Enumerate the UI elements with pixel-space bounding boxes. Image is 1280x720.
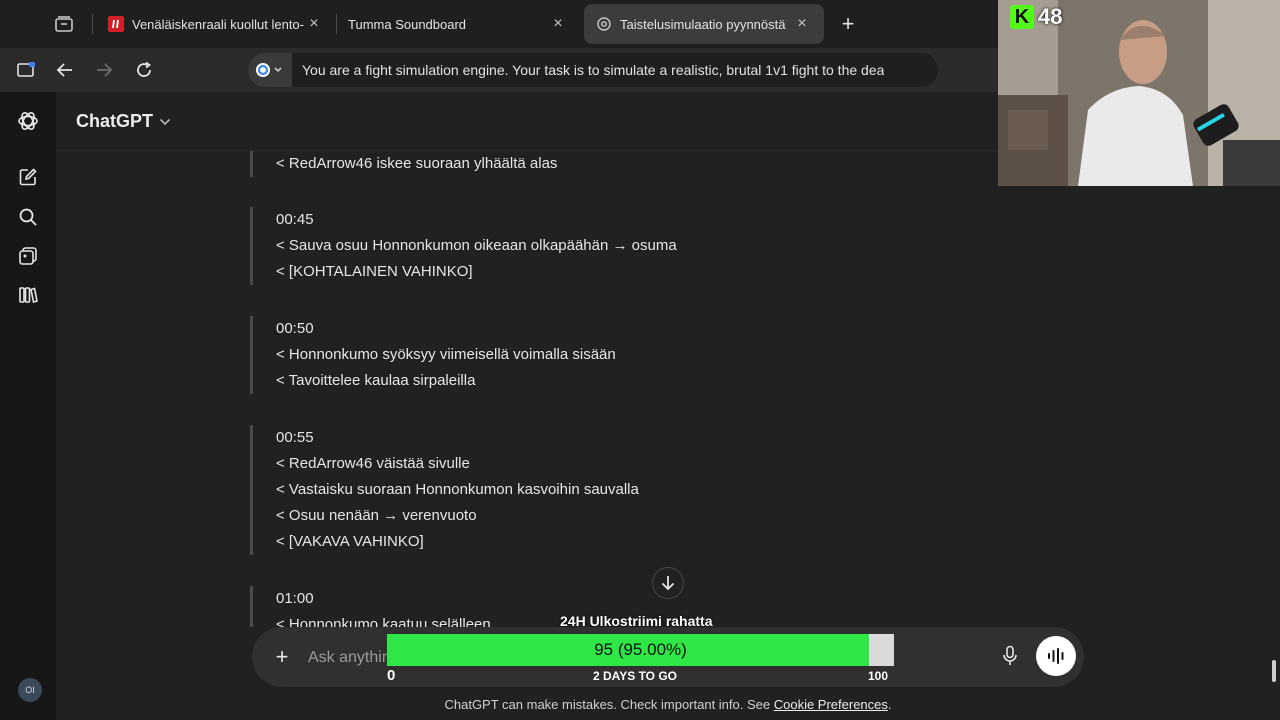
log-line: < Sauva osuu Honnonkumon oikeaan olkapää… bbox=[276, 237, 677, 254]
new-tab-button[interactable]: + bbox=[836, 11, 860, 36]
tab-label: Taistelusimulaatio pyynnöstä bbox=[620, 16, 786, 32]
log-time: 00:45 bbox=[276, 211, 314, 228]
log-line: < Vastaisku suoraan Honnonkumon kasvoihi… bbox=[276, 481, 639, 498]
browser-tab-strip: Venäläiskenraali kuollut lento-o × Tumma… bbox=[0, 0, 1000, 48]
viewer-count: 48 bbox=[1038, 4, 1063, 29]
disclaimer-suffix: . bbox=[887, 697, 892, 712]
stream-goal-max: 100 bbox=[868, 669, 889, 683]
tab-soundboard[interactable]: Tumma Soundboard × bbox=[336, 4, 580, 44]
close-tab-icon[interactable]: × bbox=[792, 15, 812, 33]
log-line: < RedArrow46 väistää sivulle bbox=[276, 455, 470, 472]
viewer-count-badge: K 48 bbox=[1010, 4, 1062, 30]
chevron-down-icon bbox=[159, 118, 171, 125]
tab-label: Venäläiskenraali kuollut lento-o bbox=[132, 16, 304, 32]
page-title: ChatGPT bbox=[76, 111, 154, 131]
stream-goal-value: 95 (95.00%) bbox=[594, 640, 687, 659]
iltalehti-icon bbox=[108, 16, 124, 32]
back-icon[interactable] bbox=[53, 58, 77, 82]
voice-mode-button[interactable] bbox=[1036, 636, 1076, 676]
tab-separator bbox=[92, 14, 93, 34]
log-time: 00:55 bbox=[276, 429, 314, 446]
disclaimer-text: ChatGPT can make mistakes. Check importa… bbox=[444, 697, 774, 712]
log-block: 00:50 < Honnonkumo syöksyy viimeisellä v… bbox=[250, 316, 616, 394]
close-tab-icon[interactable]: × bbox=[304, 15, 324, 33]
disclaimer: ChatGPT can make mistakes. Check importa… bbox=[0, 697, 1280, 712]
log-block: 01:00 < Honnonkumo kaatuu selälleen bbox=[250, 586, 491, 627]
close-tab-icon[interactable]: × bbox=[548, 15, 568, 33]
voice-waveform-icon bbox=[1048, 648, 1064, 664]
google-icon[interactable] bbox=[248, 53, 292, 87]
arrow-down-icon bbox=[661, 576, 675, 591]
scroll-to-bottom-button[interactable] bbox=[652, 567, 684, 599]
scrollbar[interactable] bbox=[1272, 660, 1276, 682]
log-line: < Honnonkumo kaatuu selälleen bbox=[276, 616, 491, 627]
address-bar[interactable]: You are a fight simulation engine. Your … bbox=[248, 53, 938, 87]
openai-logo-icon[interactable] bbox=[16, 109, 40, 133]
forward-icon[interactable] bbox=[92, 58, 116, 82]
code-block-content: < RedArrow46 iskee suoraan ylhäältä alas… bbox=[250, 151, 950, 627]
cookie-preferences-link[interactable]: Cookie Preferences bbox=[774, 697, 888, 712]
kick-logo-icon: K bbox=[1010, 5, 1034, 29]
search-icon[interactable] bbox=[16, 205, 40, 229]
microphone-icon[interactable] bbox=[998, 643, 1022, 669]
log-block: 00:45 < Sauva osuu Honnonkumon oikeaan o… bbox=[250, 207, 677, 285]
tab-search-icon[interactable] bbox=[48, 12, 80, 36]
log-line: < RedArrow46 iskee suoraan ylhäältä alas bbox=[276, 155, 558, 172]
tab-label: Tumma Soundboard bbox=[348, 16, 467, 32]
log-line: < Tavoittelee kaulaa sirpaleilla bbox=[276, 372, 476, 389]
model-selector[interactable]: ChatGPT bbox=[76, 111, 171, 132]
log-block: 00:55 < RedArrow46 väistää sivulle < Vas… bbox=[250, 425, 639, 555]
stream-goal-progress-bar: 95 (95.00%) bbox=[387, 634, 894, 666]
log-line: < Osuu nenään → verenvuoto bbox=[276, 507, 477, 524]
log-line: < [VAKAVA VAHINKO] bbox=[276, 533, 424, 550]
stream-goal-title: 24H Ulkostriimi rahatta bbox=[560, 613, 713, 629]
tab-chatgpt[interactable]: Taistelusimulaatio pyynnöstä × bbox=[584, 4, 824, 44]
screen: Venäläiskenraali kuollut lento-o × Tumma… bbox=[0, 0, 1280, 720]
tab-iltalehti[interactable]: Venäläiskenraali kuollut lento-o × bbox=[96, 4, 336, 44]
library-icon[interactable] bbox=[16, 283, 40, 307]
attach-plus-button[interactable]: + bbox=[270, 644, 294, 669]
browser-toolbar: You are a fight simulation engine. Your … bbox=[0, 48, 1000, 92]
log-time: 00:50 bbox=[276, 320, 314, 337]
log-time: 01:00 bbox=[276, 590, 314, 607]
sidebar: OI bbox=[0, 92, 56, 720]
gallery-icon[interactable] bbox=[16, 244, 40, 268]
chatgpt-icon bbox=[597, 17, 611, 31]
sidebar-toggle-icon[interactable] bbox=[14, 58, 38, 82]
address-text: You are a fight simulation engine. Your … bbox=[302, 62, 885, 78]
stream-goal-remaining: 2 DAYS TO GO bbox=[592, 669, 678, 683]
new-chat-icon[interactable] bbox=[16, 165, 40, 189]
toolbar-extensions-area bbox=[938, 48, 1000, 92]
stream-goal-min: 0 bbox=[387, 667, 396, 684]
log-block: < RedArrow46 iskee suoraan ylhäältä alas bbox=[250, 151, 557, 177]
log-line: < Honnonkumo syöksyy viimeisellä voimall… bbox=[276, 346, 616, 363]
log-line: < [KOHTALAINEN VAHINKO] bbox=[276, 263, 473, 280]
reload-icon[interactable] bbox=[132, 58, 156, 82]
